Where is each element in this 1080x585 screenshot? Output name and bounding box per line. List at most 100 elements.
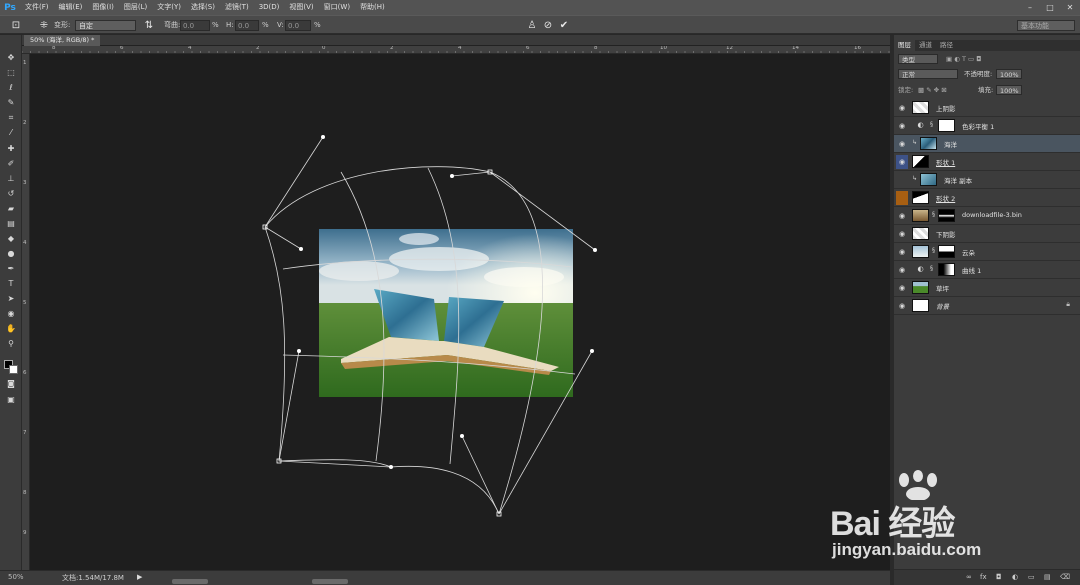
gradient-icon[interactable]: ▤ [3,217,19,230]
fill-input[interactable]: 100% [996,85,1022,95]
warp-style-select[interactable]: 自定 [75,20,136,31]
opacity-input[interactable]: 100% [996,69,1022,79]
visibility-eye-icon[interactable]: ◉ [896,155,908,169]
lock-icons[interactable]: ▩ ✎ ✥ ⊠ [918,85,947,95]
layer-filter-select[interactable]: 类型 [898,54,938,64]
healing-icon[interactable]: ✚ [3,142,19,155]
opacity-label: 不透明度: [964,70,993,78]
layer-name: 曲线 1 [962,267,982,275]
quick-select-icon[interactable]: ✎ [3,96,19,109]
ruler-label: 9 [23,530,27,536]
dodge-icon[interactable]: ● [3,247,19,260]
menu-image[interactable]: 图像(I) [87,0,119,15]
eyedropper-icon[interactable]: ⁄ [3,126,19,139]
bend-input[interactable]: 0.0 [180,20,210,31]
v-distortion-input[interactable]: 0.0 [285,20,311,31]
menu-window[interactable]: 窗口(W) [319,0,355,15]
visibility-eye-icon[interactable]: ◉ [896,209,908,223]
layer-style-icon[interactable]: fx [980,573,987,581]
zoom-level[interactable]: 50% [8,573,24,581]
menu-file[interactable]: 文件(F) [20,0,54,15]
visibility-eye-icon[interactable]: ◉ [896,227,908,241]
visibility-eye-icon[interactable]: ◉ [896,299,908,313]
lasso-icon[interactable]: ℓ [3,81,19,94]
eraser-icon[interactable]: ▰ [3,202,19,215]
visibility-eye-icon[interactable]: ◉ [896,245,908,259]
layer-row[interactable]: ◉ 背景 🔒︎ [894,297,1080,315]
blur-icon[interactable]: ◆ [3,232,19,245]
blend-mode-select[interactable]: 正常 [898,69,958,79]
menu-type[interactable]: 文字(Y) [152,0,186,15]
visibility-eye-icon[interactable] [896,191,908,205]
new-group-icon[interactable]: ▭ [1028,573,1035,581]
status-menu-arrow-icon[interactable]: ▶ [137,573,142,581]
layer-row[interactable]: ◉ 上阴影 [894,99,1080,117]
crop-icon[interactable]: ⌗ [3,111,19,124]
delete-layer-icon[interactable]: ⌫ [1060,573,1070,581]
brush-icon[interactable]: ✐ [3,157,19,170]
layer-row[interactable]: ◉ ◐ § 曲线 1 [894,261,1080,279]
layer-row[interactable]: ◉ 形状 1 [894,153,1080,171]
workspace-select[interactable]: 基本功能 [1017,20,1075,31]
screen-mode-icon[interactable]: ▣ [3,393,19,406]
marquee-icon[interactable]: ⬚ [3,66,19,79]
history-brush-icon[interactable]: ↺ [3,187,19,200]
visibility-eye-icon[interactable]: ◉ [896,263,908,277]
tab-channels[interactable]: 通道 [915,40,936,51]
visibility-eye-icon[interactable] [896,173,908,187]
document-size: 文档:1.54M/17.8M [62,574,124,582]
path-select-icon[interactable]: ➤ [3,292,19,305]
adjustment-layer-icon[interactable]: ◐ [1012,573,1018,581]
menu-filter[interactable]: 滤镜(T) [220,0,254,15]
menu-edit[interactable]: 编辑(E) [54,0,88,15]
horizontal-scrollbar-thumb-2[interactable] [312,579,348,584]
hand-icon[interactable]: ✋ [3,322,19,335]
layer-row[interactable]: ↳ 海洋 副本 [894,171,1080,189]
cancel-transform-icon[interactable]: ⊘ [542,20,554,31]
move-icon[interactable]: ✥ [3,51,19,64]
tab-paths[interactable]: 路径 [936,40,957,51]
layer-thumbnail [912,209,929,222]
document-canvas[interactable] [30,54,890,570]
layer-row[interactable]: ◉ 下阴影 [894,225,1080,243]
quick-mask-icon[interactable]: ◙ [3,377,19,390]
shape-icon[interactable]: ◉ [3,307,19,320]
link-layers-icon[interactable]: ∞ [966,573,972,581]
menu-help[interactable]: 帮助(H) [355,0,390,15]
maximize-button[interactable]: □ [1040,0,1060,15]
visibility-eye-icon[interactable]: ◉ [896,281,908,295]
menu-select[interactable]: 选择(S) [186,0,220,15]
minimize-button[interactable]: – [1020,0,1040,15]
stamp-icon[interactable]: ⊥ [3,172,19,185]
menu-view[interactable]: 视图(V) [284,0,318,15]
menu-layer[interactable]: 图层(L) [119,0,152,15]
commit-transform-icon[interactable]: ✔ [558,20,570,31]
layer-row[interactable]: 形状 2 [894,189,1080,207]
layer-row[interactable]: ◉ ◐ § 色彩平衡 1 [894,117,1080,135]
layer-row[interactable]: ◉ 草坪 [894,279,1080,297]
layer-row[interactable]: ◉ § downloadfile-3.bin [894,207,1080,225]
background-color-swatch[interactable] [9,365,18,374]
visibility-eye-icon[interactable]: ◉ [896,119,908,133]
layer-row[interactable]: ◉ § 云朵 [894,243,1080,261]
h-distortion-input[interactable]: 0.0 [235,20,259,31]
type-icon[interactable]: T [3,277,19,290]
visibility-eye-icon[interactable]: ◉ [896,101,908,115]
new-layer-icon[interactable]: ▤ [1044,573,1051,581]
visibility-eye-icon[interactable]: ◉ [896,137,908,151]
filter-icons[interactable]: ▣ ◐ T ▭ ◘ [946,54,981,64]
layer-row-selected[interactable]: ◉ ↳ 海洋 [894,135,1080,153]
document-tab[interactable]: 50% (海洋, RGB/8) * [24,35,101,46]
reference-point-icon[interactable]: ⁜ [36,20,52,31]
zoom-icon[interactable]: ⚲ [3,337,19,350]
add-mask-icon[interactable]: ◘ [996,573,1002,581]
pen-icon[interactable]: ✒ [3,262,19,275]
transform-tool-icon[interactable]: ⊡ [8,20,24,31]
warp-orientation-icon[interactable]: ⇅ [144,20,154,31]
warp-mesh-overlay[interactable] [30,54,890,570]
menu-3d[interactable]: 3D(D) [254,0,285,15]
close-button[interactable]: ✕ [1060,0,1080,15]
horizontal-scrollbar-thumb[interactable] [172,579,208,584]
switch-mode-icon[interactable]: ♙ [526,20,538,31]
tab-layers[interactable]: 图层 [894,40,915,51]
